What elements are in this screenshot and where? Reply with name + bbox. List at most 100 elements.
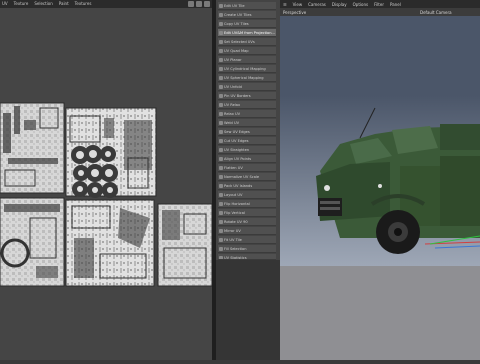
command-item[interactable]: Rotate UV 90 xyxy=(218,218,276,226)
command-label: Pin UV Borders xyxy=(224,94,251,98)
command-item[interactable]: Fill Selection xyxy=(218,245,276,253)
command-icon xyxy=(219,157,223,161)
viewport-camera-name[interactable]: Default Camera xyxy=(420,10,452,15)
command-item[interactable]: UV Planar xyxy=(218,56,276,64)
command-label: Normalize UV Scale xyxy=(224,175,260,179)
viewport-menu-icon[interactable]: ☰ xyxy=(283,2,287,7)
3d-viewport[interactable] xyxy=(280,16,480,360)
command-label: Copy UV Tiles xyxy=(224,22,249,26)
command-item[interactable]: Set Selected UVs xyxy=(218,38,276,46)
command-item[interactable]: Fit UV Tile xyxy=(218,236,276,244)
command-icon xyxy=(219,31,223,35)
uv-editor-panel: UV Texture Selection Paint Textures xyxy=(0,0,212,360)
uv-toolbar xyxy=(188,1,210,7)
viewport-menu-item[interactable]: Options xyxy=(353,2,368,7)
command-item[interactable]: Flip Vertical xyxy=(218,209,276,217)
uv-canvas[interactable] xyxy=(0,8,212,360)
command-label: Set Selected UVs xyxy=(224,40,255,44)
uv-layout xyxy=(0,102,212,287)
command-item[interactable]: Weld UV xyxy=(218,119,276,127)
uv-tile-top-right xyxy=(65,107,157,198)
command-label: UV Spherical Mapping xyxy=(224,76,264,80)
command-label: Flip Horizontal xyxy=(224,202,250,206)
command-item[interactable]: Mirror UV xyxy=(218,227,276,235)
command-icon xyxy=(219,103,223,107)
viewport-scene xyxy=(280,16,480,360)
command-item[interactable]: Relax UV xyxy=(218,110,276,118)
command-icon xyxy=(219,94,223,98)
uv-tool-button[interactable] xyxy=(204,1,210,7)
command-item[interactable]: Normalize UV Scale xyxy=(218,173,276,181)
viewport-menu-item[interactable]: Panel xyxy=(390,2,401,7)
viewport-menu-item[interactable]: View xyxy=(293,2,303,7)
uv-tile-top-left xyxy=(0,102,65,194)
command-icon xyxy=(219,40,223,44)
command-label: UV Planar xyxy=(224,58,242,62)
command-label: Create UV Tiles xyxy=(224,13,252,17)
command-icon xyxy=(219,139,223,143)
uv-command-panel: Edit UV Tile Create UV Tiles Copy UV Til… xyxy=(216,0,280,260)
command-label: UV Cylindrical Mapping xyxy=(224,67,266,71)
command-icon xyxy=(219,238,223,242)
uv-menu-item[interactable]: Textures xyxy=(75,0,92,8)
command-icon xyxy=(219,58,223,62)
command-item[interactable]: Copy UV Tiles xyxy=(218,20,276,28)
command-item[interactable]: Flatten UV xyxy=(218,164,276,172)
command-label: Sew UV Edges xyxy=(224,130,250,134)
command-icon xyxy=(219,175,223,179)
command-icon xyxy=(219,211,223,215)
command-icon xyxy=(219,220,223,224)
command-item[interactable]: UV Spherical Mapping xyxy=(218,74,276,82)
command-item[interactable]: Edit UV Tile xyxy=(218,2,276,10)
command-label: Edit UV&M from Projection... xyxy=(224,31,275,35)
command-icon xyxy=(219,148,223,152)
uv-menu-item[interactable]: UV xyxy=(2,0,8,8)
command-label: Relax UV xyxy=(224,112,241,116)
uv-menu-item[interactable]: Paint xyxy=(59,0,69,8)
command-item[interactable]: UV Unfold xyxy=(218,83,276,91)
command-item-active[interactable]: Edit UV&M from Projection... xyxy=(218,29,276,37)
command-icon xyxy=(219,4,223,8)
command-item[interactable]: Align UV Points xyxy=(218,155,276,163)
command-item[interactable]: UV Cylindrical Mapping xyxy=(218,65,276,73)
viewport-menu-item[interactable]: Filter xyxy=(374,2,384,7)
command-item[interactable]: Pin UV Borders xyxy=(218,92,276,100)
command-label: Fit UV Tile xyxy=(224,238,242,242)
command-label: Fill Selection xyxy=(224,247,247,251)
command-icon xyxy=(219,166,223,170)
command-label: Flatten UV xyxy=(224,166,243,170)
command-item[interactable]: Flip Horizontal xyxy=(218,200,276,208)
viewport-menu-item[interactable]: Display xyxy=(332,2,347,7)
command-item[interactable]: Sew UV Edges xyxy=(218,128,276,136)
command-label: Mirror UV xyxy=(224,229,241,233)
command-item[interactable]: Create UV Tiles xyxy=(218,11,276,19)
uv-tool-button[interactable] xyxy=(188,1,194,7)
command-icon xyxy=(219,22,223,26)
command-item[interactable]: Layout UV xyxy=(218,191,276,199)
viewport-menu-item[interactable]: Cameras xyxy=(308,2,326,7)
command-icon xyxy=(219,76,223,80)
command-icon xyxy=(219,49,223,53)
viewport-view-name: Perspective xyxy=(283,10,307,15)
command-item[interactable]: Pack UV Islands xyxy=(218,182,276,190)
command-icon xyxy=(219,67,223,71)
uv-tool-button[interactable] xyxy=(196,1,202,7)
command-icon xyxy=(219,202,223,206)
command-label: Weld UV xyxy=(224,121,240,125)
command-icon xyxy=(219,193,223,197)
command-item[interactable]: UV Straighten xyxy=(218,146,276,154)
command-item[interactable]: UV Relax xyxy=(218,101,276,109)
command-label: UV Unfold xyxy=(224,85,242,89)
command-icon xyxy=(219,85,223,89)
uv-menu-item[interactable]: Texture xyxy=(14,0,29,8)
command-icon xyxy=(219,112,223,116)
uv-tile-bottom-left xyxy=(0,197,65,287)
command-item[interactable]: Cut UV Edges xyxy=(218,137,276,145)
command-label: UV Relax xyxy=(224,103,241,107)
command-label: Align UV Points xyxy=(224,157,252,161)
command-icon xyxy=(219,121,223,125)
uv-menu-item[interactable]: Selection xyxy=(34,0,52,8)
command-item[interactable]: UV Quad Map xyxy=(218,47,276,55)
command-icon xyxy=(219,13,223,17)
uv-tile-bottom-mid xyxy=(65,199,155,287)
